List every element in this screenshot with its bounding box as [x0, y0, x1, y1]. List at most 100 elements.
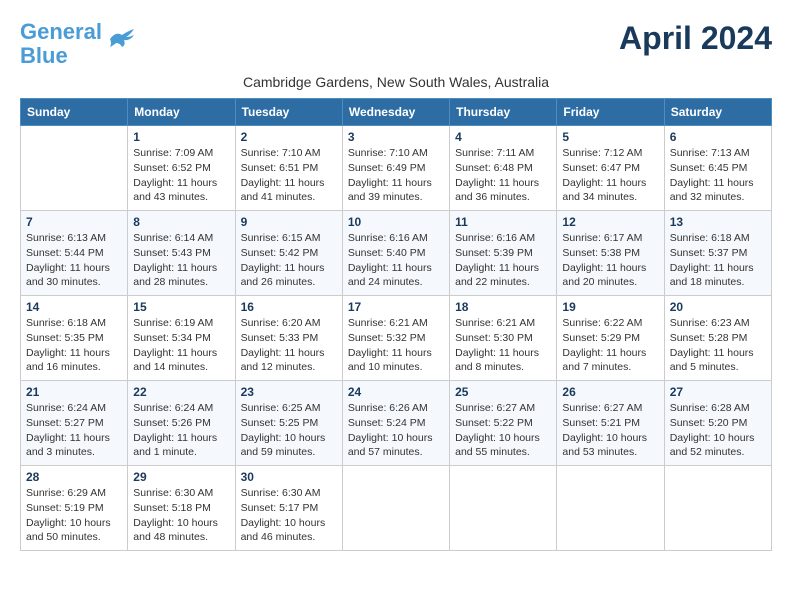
- calendar-cell: [342, 466, 449, 551]
- day-number: 7: [26, 215, 122, 229]
- day-info: Sunrise: 6:16 AM Sunset: 5:40 PM Dayligh…: [348, 231, 444, 290]
- day-number: 28: [26, 470, 122, 484]
- calendar-week-row: 14Sunrise: 6:18 AM Sunset: 5:35 PM Dayli…: [21, 296, 772, 381]
- day-info: Sunrise: 6:13 AM Sunset: 5:44 PM Dayligh…: [26, 231, 122, 290]
- day-number: 8: [133, 215, 229, 229]
- calendar-cell: 6Sunrise: 7:13 AM Sunset: 6:45 PM Daylig…: [664, 126, 771, 211]
- calendar-week-row: 1 Sunrise: 7:09 AM Sunset: 6:52 PM Daylig…: [21, 126, 772, 211]
- calendar-cell: 27 Sunrise: 6:28 AM Sunset: 5:20 PM Dayli…: [664, 381, 771, 466]
- day-info: Sunrise: 6:24 AM Sunset: 5:26 PM Dayligh…: [133, 401, 229, 460]
- calendar-cell: 9Sunrise: 6:15 AM Sunset: 5:42 PM Daylig…: [235, 211, 342, 296]
- day-number: 22: [133, 385, 229, 399]
- calendar-week-row: 28 Sunrise: 6:29 AM Sunset: 5:19 PM Dayli…: [21, 466, 772, 551]
- calendar-cell: 8 Sunrise: 6:14 AM Sunset: 5:43 PM Daylig…: [128, 211, 235, 296]
- calendar-cell: 25 Sunrise: 6:27 AM Sunset: 5:22 PM Dayli…: [450, 381, 557, 466]
- day-number: 12: [562, 215, 658, 229]
- weekday-header-row: SundayMondayTuesdayWednesdayThursdayFrid…: [21, 99, 772, 126]
- day-number: 11: [455, 215, 551, 229]
- day-info: Sunrise: 6:20 AM Sunset: 5:33 PM Dayligh…: [241, 316, 337, 375]
- day-info: Sunrise: 6:22 AM Sunset: 5:29 PM Dayligh…: [562, 316, 658, 375]
- day-number: 26: [562, 385, 658, 399]
- logo-bird-icon: [106, 27, 138, 51]
- day-info: Sunrise: 7:11 AM Sunset: 6:48 PM Dayligh…: [455, 146, 551, 205]
- day-number: 24: [348, 385, 444, 399]
- calendar-cell: [664, 466, 771, 551]
- weekday-header-saturday: Saturday: [664, 99, 771, 126]
- header: General Blue April 2024: [20, 20, 772, 68]
- day-number: 19: [562, 300, 658, 314]
- day-info: Sunrise: 6:18 AM Sunset: 5:35 PM Dayligh…: [26, 316, 122, 375]
- day-info: Sunrise: 6:29 AM Sunset: 5:19 PM Dayligh…: [26, 486, 122, 545]
- calendar-cell: 2Sunrise: 7:10 AM Sunset: 6:51 PM Daylig…: [235, 126, 342, 211]
- calendar-week-row: 7 Sunrise: 6:13 AM Sunset: 5:44 PM Daylig…: [21, 211, 772, 296]
- calendar-week-row: 21 Sunrise: 6:24 AM Sunset: 5:27 PM Dayli…: [21, 381, 772, 466]
- day-info: Sunrise: 6:27 AM Sunset: 5:22 PM Dayligh…: [455, 401, 551, 460]
- day-info: Sunrise: 7:12 AM Sunset: 6:47 PM Dayligh…: [562, 146, 658, 205]
- day-number: 20: [670, 300, 766, 314]
- calendar-cell: 23 Sunrise: 6:25 AM Sunset: 5:25 PM Dayli…: [235, 381, 342, 466]
- day-info: Sunrise: 6:27 AM Sunset: 5:21 PM Dayligh…: [562, 401, 658, 460]
- calendar-cell: 1 Sunrise: 7:09 AM Sunset: 6:52 PM Daylig…: [128, 126, 235, 211]
- day-info: Sunrise: 7:09 AM Sunset: 6:52 PM Dayligh…: [133, 146, 229, 205]
- calendar-cell: [450, 466, 557, 551]
- day-info: Sunrise: 6:24 AM Sunset: 5:27 PM Dayligh…: [26, 401, 122, 460]
- calendar-cell: 28 Sunrise: 6:29 AM Sunset: 5:19 PM Dayli…: [21, 466, 128, 551]
- calendar-cell: 7 Sunrise: 6:13 AM Sunset: 5:44 PM Daylig…: [21, 211, 128, 296]
- calendar-cell: 12 Sunrise: 6:17 AM Sunset: 5:38 PM Dayli…: [557, 211, 664, 296]
- calendar-cell: 5Sunrise: 7:12 AM Sunset: 6:47 PM Daylig…: [557, 126, 664, 211]
- calendar-cell: 17 Sunrise: 6:21 AM Sunset: 5:32 PM Dayli…: [342, 296, 449, 381]
- day-info: Sunrise: 6:14 AM Sunset: 5:43 PM Dayligh…: [133, 231, 229, 290]
- calendar-cell: 18Sunrise: 6:21 AM Sunset: 5:30 PM Dayli…: [450, 296, 557, 381]
- day-number: 21: [26, 385, 122, 399]
- day-number: 30: [241, 470, 337, 484]
- day-number: 1: [133, 130, 229, 144]
- day-number: 4: [455, 130, 551, 144]
- day-number: 23: [241, 385, 337, 399]
- calendar-cell: 3 Sunrise: 7:10 AM Sunset: 6:49 PM Daylig…: [342, 126, 449, 211]
- day-info: Sunrise: 6:28 AM Sunset: 5:20 PM Dayligh…: [670, 401, 766, 460]
- calendar-table: SundayMondayTuesdayWednesdayThursdayFrid…: [20, 98, 772, 551]
- day-number: 18: [455, 300, 551, 314]
- calendar-body: 1 Sunrise: 7:09 AM Sunset: 6:52 PM Daylig…: [21, 126, 772, 551]
- day-number: 27: [670, 385, 766, 399]
- day-info: Sunrise: 6:15 AM Sunset: 5:42 PM Dayligh…: [241, 231, 337, 290]
- day-info: Sunrise: 6:17 AM Sunset: 5:38 PM Dayligh…: [562, 231, 658, 290]
- month-title: April 2024: [619, 20, 772, 57]
- day-info: Sunrise: 7:10 AM Sunset: 6:49 PM Dayligh…: [348, 146, 444, 205]
- calendar-cell: 21 Sunrise: 6:24 AM Sunset: 5:27 PM Dayli…: [21, 381, 128, 466]
- logo-blue: Blue: [20, 43, 68, 68]
- day-number: 15: [133, 300, 229, 314]
- day-info: Sunrise: 6:21 AM Sunset: 5:32 PM Dayligh…: [348, 316, 444, 375]
- calendar-cell: 14Sunrise: 6:18 AM Sunset: 5:35 PM Dayli…: [21, 296, 128, 381]
- logo: General Blue: [20, 20, 138, 68]
- calendar-cell: 4 Sunrise: 7:11 AM Sunset: 6:48 PM Daylig…: [450, 126, 557, 211]
- weekday-header-friday: Friday: [557, 99, 664, 126]
- day-info: Sunrise: 6:18 AM Sunset: 5:37 PM Dayligh…: [670, 231, 766, 290]
- day-number: 13: [670, 215, 766, 229]
- day-info: Sunrise: 6:19 AM Sunset: 5:34 PM Dayligh…: [133, 316, 229, 375]
- calendar-cell: 22 Sunrise: 6:24 AM Sunset: 5:26 PM Dayli…: [128, 381, 235, 466]
- logo-text: General Blue: [20, 20, 102, 68]
- day-info: Sunrise: 7:10 AM Sunset: 6:51 PM Dayligh…: [241, 146, 337, 205]
- calendar-cell: 20 Sunrise: 6:23 AM Sunset: 5:28 PM Dayli…: [664, 296, 771, 381]
- day-number: 10: [348, 215, 444, 229]
- weekday-header-tuesday: Tuesday: [235, 99, 342, 126]
- logo-general: General: [20, 19, 102, 44]
- day-info: Sunrise: 6:25 AM Sunset: 5:25 PM Dayligh…: [241, 401, 337, 460]
- day-info: Sunrise: 6:26 AM Sunset: 5:24 PM Dayligh…: [348, 401, 444, 460]
- day-info: Sunrise: 6:16 AM Sunset: 5:39 PM Dayligh…: [455, 231, 551, 290]
- day-number: 25: [455, 385, 551, 399]
- location-title: Cambridge Gardens, New South Wales, Aust…: [20, 74, 772, 90]
- weekday-header-monday: Monday: [128, 99, 235, 126]
- day-number: 29: [133, 470, 229, 484]
- day-number: 17: [348, 300, 444, 314]
- calendar-cell: 13 Sunrise: 6:18 AM Sunset: 5:37 PM Dayli…: [664, 211, 771, 296]
- day-info: Sunrise: 6:23 AM Sunset: 5:28 PM Dayligh…: [670, 316, 766, 375]
- calendar-cell: [557, 466, 664, 551]
- weekday-header-wednesday: Wednesday: [342, 99, 449, 126]
- calendar-cell: 15 Sunrise: 6:19 AM Sunset: 5:34 PM Dayli…: [128, 296, 235, 381]
- calendar-cell: 30Sunrise: 6:30 AM Sunset: 5:17 PM Dayli…: [235, 466, 342, 551]
- calendar-cell: 16Sunrise: 6:20 AM Sunset: 5:33 PM Dayli…: [235, 296, 342, 381]
- day-number: 3: [348, 130, 444, 144]
- day-number: 6: [670, 130, 766, 144]
